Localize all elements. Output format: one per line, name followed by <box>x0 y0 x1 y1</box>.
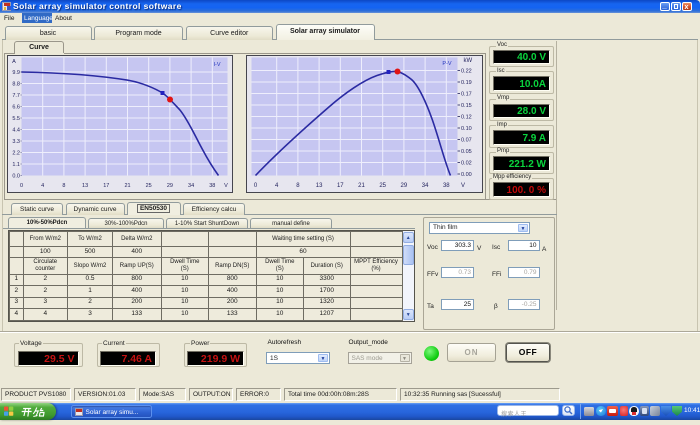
svg-text:0.17: 0.17 <box>461 92 472 98</box>
svg-text:6.6: 6.6 <box>12 105 20 111</box>
svg-text:17: 17 <box>337 183 344 189</box>
svg-text:kW: kW <box>464 58 473 64</box>
svg-text:0.19: 0.19 <box>461 80 472 86</box>
svg-text:7.7: 7.7 <box>12 93 20 99</box>
svg-text:34: 34 <box>188 183 194 189</box>
svg-text:0: 0 <box>254 183 258 189</box>
svg-text:0.15: 0.15 <box>461 103 472 109</box>
svg-text:38: 38 <box>443 183 450 189</box>
svg-text:3.3: 3.3 <box>12 139 20 145</box>
svg-text:0: 0 <box>20 183 23 189</box>
svg-text:8: 8 <box>296 183 300 189</box>
svg-text:38: 38 <box>209 183 215 189</box>
svg-text:29: 29 <box>401 183 408 189</box>
svg-text:4: 4 <box>41 183 44 189</box>
svg-text:I-V: I-V <box>213 62 220 68</box>
svg-text:0.10: 0.10 <box>461 126 472 132</box>
svg-text:P-V: P-V <box>442 61 452 67</box>
svg-text:21: 21 <box>358 183 365 189</box>
svg-text:0.00: 0.00 <box>461 172 472 178</box>
svg-text:8: 8 <box>62 183 65 189</box>
svg-text:0.02: 0.02 <box>461 161 472 167</box>
svg-text:1.1: 1.1 <box>12 162 20 168</box>
svg-text:9.9: 9.9 <box>12 70 20 76</box>
svg-text:25: 25 <box>379 183 386 189</box>
svg-text:0.05: 0.05 <box>461 149 472 155</box>
svg-text:29: 29 <box>167 183 173 189</box>
svg-text:4.4: 4.4 <box>12 128 20 134</box>
svg-text:13: 13 <box>82 183 88 189</box>
svg-text:2.2: 2.2 <box>12 151 20 157</box>
svg-text:4: 4 <box>275 183 279 189</box>
svg-text:V: V <box>461 183 465 189</box>
svg-text:21: 21 <box>124 183 130 189</box>
svg-text:13: 13 <box>316 183 323 189</box>
svg-text:A: A <box>12 59 16 65</box>
svg-text:17: 17 <box>103 183 109 189</box>
svg-text:8.8: 8.8 <box>12 82 20 88</box>
svg-text:0.07: 0.07 <box>461 138 472 144</box>
svg-text:0.0: 0.0 <box>12 174 20 180</box>
svg-text:0.22: 0.22 <box>461 69 472 75</box>
svg-text:25: 25 <box>146 183 152 189</box>
svg-text:34: 34 <box>422 183 429 189</box>
svg-text:5.5: 5.5 <box>12 116 20 122</box>
svg-text:V: V <box>224 183 228 189</box>
svg-text:0.12: 0.12 <box>461 115 472 121</box>
